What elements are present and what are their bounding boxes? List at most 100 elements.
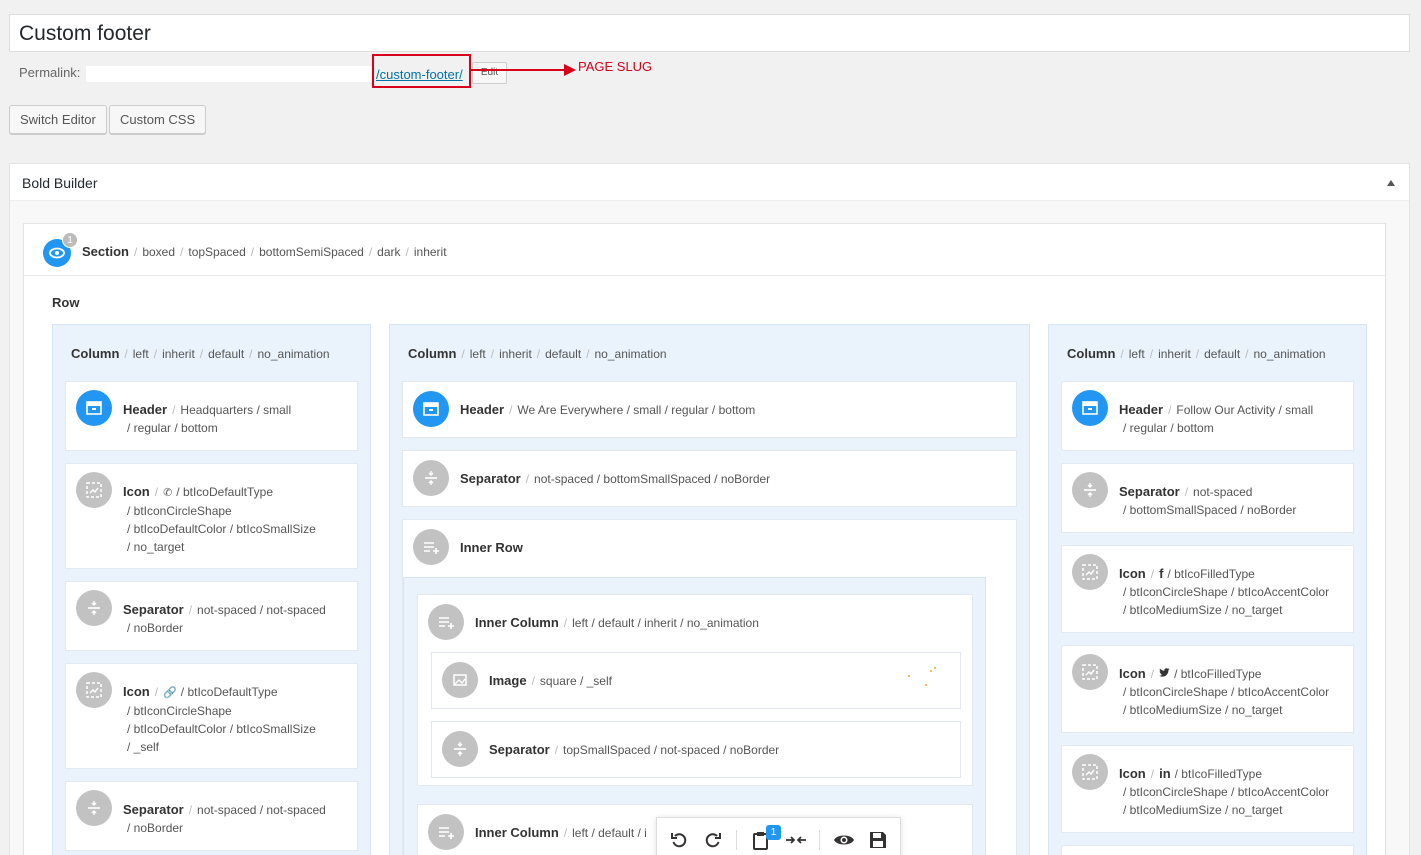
inner-row-element[interactable]: Inner Row Inner Column / left / default / … xyxy=(402,519,1017,855)
row-label[interactable]: Row xyxy=(52,295,79,310)
section-attr: bottomSemiSpaced xyxy=(259,245,364,259)
icon-element[interactable]: Icon / / btIcoFilledType / btIconCircleSha… xyxy=(1061,645,1354,733)
column-1[interactable]: Column / left / inherit / default / no_animation… xyxy=(52,324,371,855)
column-attr: left xyxy=(132,347,149,361)
column-attr: left xyxy=(469,347,486,361)
element-type: Separator xyxy=(123,802,184,817)
column-attr: default xyxy=(1204,347,1241,361)
permalink-slug-link[interactable]: /custom-footer/ xyxy=(376,67,463,82)
separator-meta: Separator / not-spaced / bottomSmallSpaced… xyxy=(460,471,771,486)
column-attr: inherit xyxy=(1158,347,1191,361)
element-attrs: topSmallSpaced / not-spaced / noBorder xyxy=(563,743,780,757)
inner-row-area: Inner Column / left / default / inherit / … xyxy=(403,577,986,855)
separator-icon xyxy=(76,790,112,826)
element-type: Separator xyxy=(123,602,184,617)
undo-icon[interactable] xyxy=(669,830,689,850)
element-type: Image xyxy=(489,673,527,688)
element-attrs: / btIcoMediumSize / no_target xyxy=(1123,703,1283,717)
section-bar[interactable]: 1 Section / boxed / topSpaced / bottomSemiSpac… xyxy=(24,224,1385,276)
inner-column-meta: Inner Column / left / default / i xyxy=(475,825,647,840)
separator-meta: Separator / not-spaced / bottomSmallSpaced… xyxy=(1119,484,1297,517)
annotation-label: PAGE SLUG xyxy=(578,59,653,74)
image-meta: Image / square / _self xyxy=(489,673,612,688)
header-element[interactable]: Header / Follow Our Activity / small / reg… xyxy=(1061,381,1354,451)
element-attrs: / btIconCircleShape / btIcoAccentColor xyxy=(1123,585,1330,599)
column-1-meta: Column / left / inherit / default / no_animation xyxy=(71,346,330,361)
column-2-meta: Column / left / inherit / default / no_animation xyxy=(408,346,667,361)
column-attr: no_animation xyxy=(594,347,667,361)
separator-icon xyxy=(76,590,112,626)
element-type: Separator xyxy=(489,742,550,757)
element-attrs: / no_target xyxy=(127,540,185,554)
toolbar-divider xyxy=(819,830,820,850)
separator-meta: Separator / topSmallSpaced / not-spaced / … xyxy=(489,742,780,757)
image-icon xyxy=(442,662,478,698)
inner-column-icon xyxy=(428,814,464,850)
separator-element[interactable]: Separator / not-spaced / bottomSmallSpaced… xyxy=(402,450,1017,507)
section-meta: Section / boxed / topSpaced / bottomSemiSpaced… xyxy=(82,244,447,259)
column-label: Column xyxy=(1067,346,1116,361)
slug-highlight-box: /custom-footer/ xyxy=(372,54,471,88)
separator-icon xyxy=(413,460,449,496)
header-meta: Header / Headquarters / small / regular / … xyxy=(123,402,292,435)
annotation-arrow-head xyxy=(564,64,576,76)
column-label: Column xyxy=(408,346,457,361)
column-3-meta: Column / left / inherit / default / no_animation xyxy=(1067,346,1326,361)
icon-meta: Icon / f / btIcoFilledType / btIconCircleSh… xyxy=(1119,566,1330,617)
panel-collapse-icon[interactable] xyxy=(1387,180,1395,186)
section-attr: inherit xyxy=(413,245,447,259)
element-type: Header xyxy=(460,402,505,417)
element-attrs: / btIconCircleShape xyxy=(127,504,232,518)
header-icon xyxy=(413,391,449,427)
element-type: Header xyxy=(1119,402,1164,417)
separator-element[interactable]: Separator / not-spaced / not-spaced / noBo… xyxy=(65,581,358,651)
element-type: Icon xyxy=(1119,766,1146,781)
icon-element[interactable]: Icon / 🔗 / btIcoDefaultType / btIconCircleS… xyxy=(65,663,358,769)
icon-element[interactable]: Icon / ✆ / btIcoDefaultType / btIconCircleS… xyxy=(65,463,358,569)
switch-editor-button[interactable]: Switch Editor xyxy=(9,105,107,134)
icon-meta: Icon / 🔗 / btIcoDefaultType / btIconCircleS… xyxy=(123,684,316,754)
icon-element[interactable] xyxy=(1061,845,1354,855)
preview-eye-icon[interactable] xyxy=(833,830,854,850)
element-type: Header xyxy=(123,402,168,417)
linkedin-icon: in xyxy=(1159,766,1171,781)
column-3[interactable]: Column / left / inherit / default / no_animation… xyxy=(1048,324,1367,855)
element-type: Icon xyxy=(1119,566,1146,581)
element-attrs: / noBorder xyxy=(127,621,184,635)
header-element[interactable]: Header / We Are Everywhere / small / regul… xyxy=(402,381,1017,438)
redo-icon[interactable] xyxy=(703,830,723,850)
header-element[interactable]: Header / Headquarters / small / regular / … xyxy=(65,381,358,451)
save-icon[interactable] xyxy=(868,830,888,850)
element-type: Inner Column xyxy=(475,825,559,840)
element-attrs: / btIcoMediumSize / no_target xyxy=(1123,603,1283,617)
separator-icon xyxy=(1072,472,1108,508)
toolbar-divider xyxy=(736,830,737,850)
element-attrs: / btIcoFilledType xyxy=(1174,767,1263,781)
custom-css-button[interactable]: Custom CSS xyxy=(109,105,207,134)
separator-element[interactable]: Separator / topSmallSpaced / not-spaced / … xyxy=(431,721,961,778)
column-2[interactable]: Column / left / inherit / default / no_animation… xyxy=(389,324,1030,855)
element-attrs: left / default / inherit / no_animation xyxy=(572,616,759,630)
column-attr: no_animation xyxy=(257,347,330,361)
separator-element[interactable]: Separator / not-spaced / bottomSmallSpaced… xyxy=(1061,463,1354,533)
element-attrs: / btIconCircleShape / btIcoAccentColor xyxy=(1123,785,1330,799)
permalink-edit-button[interactable]: Edit xyxy=(472,62,507,84)
icon-element[interactable]: Icon / f / btIcoFilledType / btIconCircleSh… xyxy=(1061,545,1354,633)
element-attrs: / bottomSmallSpaced / noBorder xyxy=(1123,503,1297,517)
element-type: Icon xyxy=(1119,666,1146,681)
element-type: Inner Column xyxy=(475,615,559,630)
image-element[interactable]: Image / square / _self xyxy=(431,652,961,709)
section-attr: boxed xyxy=(142,245,176,259)
inner-column-1[interactable]: Inner Column / left / default / inherit / … xyxy=(417,594,973,786)
separator-icon xyxy=(442,731,478,767)
separator-meta: Separator / not-spaced / not-spaced / noBo… xyxy=(123,802,326,835)
icon-element[interactable]: Icon / in / btIcoFilledType / btIconCircleS… xyxy=(1061,745,1354,833)
element-attrs: / btIconCircleShape xyxy=(127,704,232,718)
element-attrs: not-spaced xyxy=(1193,485,1253,499)
post-title-input[interactable]: Custom footer xyxy=(9,14,1410,52)
paste-arrows-icon[interactable] xyxy=(785,830,806,850)
section-attr: topSpaced xyxy=(188,245,246,259)
image-placeholder-icon xyxy=(76,672,112,708)
separator-element[interactable]: Separator / not-spaced / not-spaced / noBo… xyxy=(65,781,358,851)
element-attrs: / btIcoDefaultType xyxy=(176,485,274,499)
